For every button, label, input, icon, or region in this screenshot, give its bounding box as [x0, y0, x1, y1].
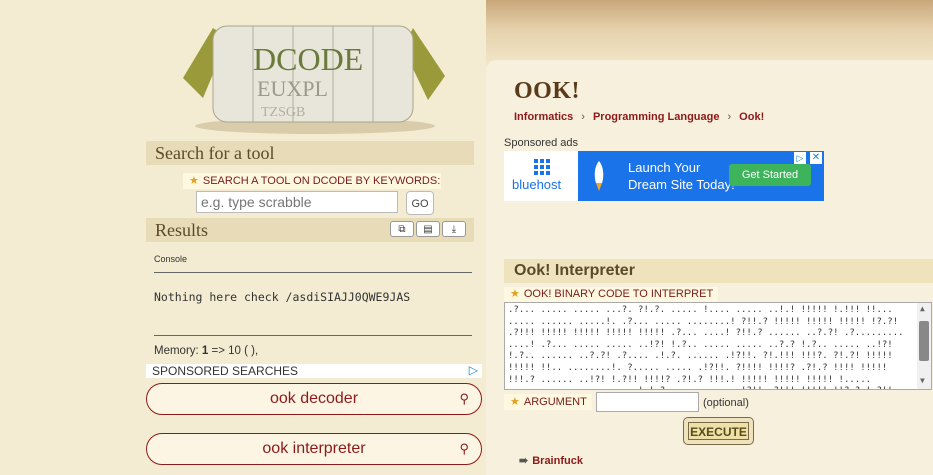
search-icon: ⚲ — [459, 391, 469, 406]
download-button[interactable]: ⤓ — [442, 221, 466, 237]
breadcrumb: Informatics › Programming Language › Ook! — [514, 111, 764, 123]
star-icon: ★ — [510, 396, 520, 408]
scrollbar-thumb[interactable] — [919, 321, 929, 361]
breadcrumb-ook[interactable]: Ook! — [739, 111, 764, 123]
breadcrumb-informatics[interactable]: Informatics — [514, 111, 573, 123]
ad-headline-1: Launch Your — [628, 160, 701, 175]
ad-search-label: ook interpreter — [262, 440, 366, 457]
console-label: Console — [154, 254, 188, 264]
textarea-scrollbar[interactable]: ▲ ▼ — [917, 303, 931, 389]
ad-headline-2: Dream Site Today! — [628, 177, 735, 192]
ook-code-text: .?... ..... ..... ...?. ?!.?. ..... !...… — [508, 305, 904, 389]
rocket-icon — [592, 161, 606, 191]
divider — [154, 335, 472, 336]
interpreter-section-header: Ook! Interpreter — [504, 259, 933, 283]
logo-text-top: DCODE — [253, 41, 363, 77]
bluehost-ad[interactable]: bluehost Launch Your Dream Site Today! G… — [504, 151, 824, 201]
execute-button[interactable]: EXECUTE — [683, 417, 754, 445]
star-icon: ★ — [189, 175, 199, 187]
keyword-label-text: SEARCH A TOOL ON DCODE BY KEYWORDS: — [202, 175, 441, 187]
page-title: OOK! — [514, 78, 580, 104]
ad-search-ook-interpreter[interactable]: ook interpreter ⚲ — [146, 433, 482, 465]
optional-note: (optional) — [703, 397, 749, 409]
grid-icon — [534, 159, 550, 175]
ad-search-ook-decoder[interactable]: ook decoder ⚲ — [146, 383, 482, 415]
ad-brand: bluehost — [512, 177, 562, 192]
scroll-down-icon[interactable]: ▼ — [920, 375, 925, 387]
ook-code-textarea[interactable]: .?... ..... ..... ...?. ?!.?. ..... !...… — [504, 302, 932, 390]
copy-icon: ⧉ — [398, 224, 406, 235]
go-button[interactable]: GO — [406, 191, 434, 215]
logo-text-mid: EUXPL — [257, 76, 328, 101]
memory-suffix: => 10 ( ), — [208, 345, 259, 357]
star-icon: ★ — [510, 288, 520, 300]
print-icon: ▤ — [423, 224, 433, 235]
interpreter-title: Ook! Interpreter — [514, 262, 635, 279]
divider — [154, 272, 472, 273]
memory-line: Memory: 1 => 10 ( ), — [154, 345, 258, 357]
ad-cta-button[interactable]: Get Started — [729, 164, 811, 186]
chevron-right-icon: › — [581, 111, 585, 123]
search-icon: ⚲ — [459, 441, 469, 456]
breadcrumb-programming-language[interactable]: Programming Language — [593, 111, 720, 123]
search-input[interactable] — [196, 191, 398, 213]
download-icon: ⤓ — [451, 224, 457, 235]
code-label: ★ OOK! BINARY CODE TO INTERPRET — [504, 287, 718, 302]
arrow-right-icon: ➠ — [519, 455, 529, 467]
search-tool-header: Search for a tool — [146, 141, 474, 165]
argument-label-text: ARGUMENT — [523, 396, 587, 408]
dcode-logo[interactable]: DCODE EUXPL TZSGB — [183, 8, 448, 136]
execute-label: EXECUTE — [688, 422, 749, 440]
ad-headline: Launch Your Dream Site Today! — [628, 159, 735, 193]
related-link-brainfuck[interactable]: ➠ Brainfuck — [519, 454, 583, 467]
ad-logo: bluehost — [504, 151, 578, 201]
chevron-right-icon: › — [727, 111, 732, 123]
argument-input[interactable] — [596, 392, 699, 412]
copy-button[interactable]: ⧉ — [390, 221, 414, 237]
code-label-text: OOK! BINARY CODE TO INTERPRET — [523, 288, 714, 300]
results-title: Results — [155, 220, 209, 240]
sponsored-searches-label: SPONSORED SEARCHES — [152, 364, 299, 378]
adchoices-icon[interactable]: ▷ — [794, 152, 806, 164]
related-link-label: Brainfuck — [532, 455, 583, 467]
ad-search-label: ook decoder — [269, 390, 359, 407]
keyword-label: ★ SEARCH A TOOL ON DCODE BY KEYWORDS: — [183, 173, 441, 189]
logo-text-bot: TZSGB — [261, 105, 305, 120]
scroll-up-icon[interactable]: ▲ — [920, 303, 925, 315]
sponsored-ads-label: Sponsored ads — [504, 137, 578, 149]
sponsored-searches-bar: SPONSORED SEARCHES ▷ — [146, 363, 482, 378]
argument-label: ★ ARGUMENT — [504, 394, 592, 410]
close-icon[interactable]: ✕ — [810, 152, 822, 164]
console-output: Nothing here check /asdiSIAJJ0QWE9JAS — [154, 290, 411, 304]
adchoices-icon[interactable]: ▷ — [469, 363, 478, 377]
print-button[interactable]: ▤ — [416, 221, 440, 237]
memory-prefix: Memory: — [154, 345, 202, 357]
